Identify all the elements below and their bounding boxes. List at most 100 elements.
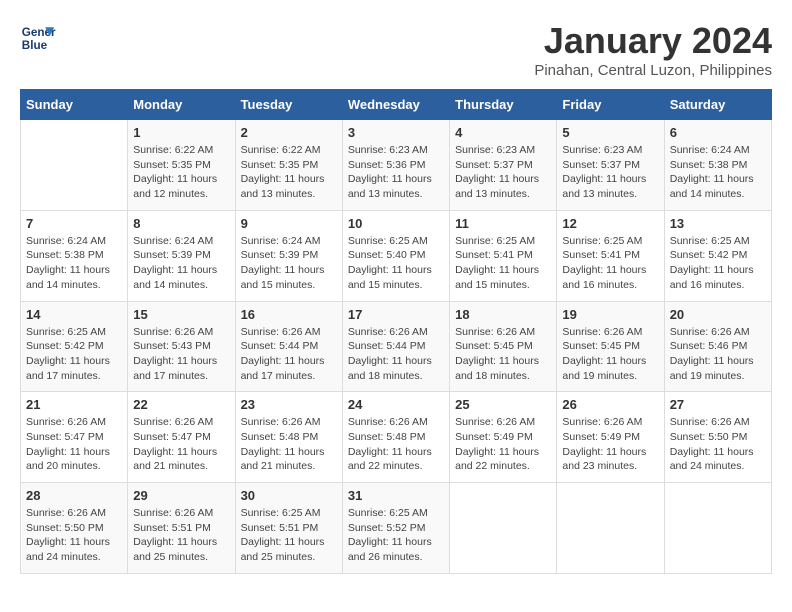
day-info: Sunrise: 6:26 AM Sunset: 5:49 PM Dayligh… — [455, 415, 551, 474]
day-number: 3 — [348, 125, 444, 140]
day-info: Sunrise: 6:26 AM Sunset: 5:44 PM Dayligh… — [241, 325, 337, 384]
calendar-cell: 16 Sunrise: 6:26 AM Sunset: 5:44 PM Dayli… — [235, 301, 342, 392]
day-info: Sunrise: 6:24 AM Sunset: 5:38 PM Dayligh… — [670, 143, 766, 202]
day-number: 18 — [455, 307, 551, 322]
day-number: 2 — [241, 125, 337, 140]
day-number: 5 — [562, 125, 658, 140]
day-number: 20 — [670, 307, 766, 322]
day-number: 31 — [348, 488, 444, 503]
calendar-cell — [21, 120, 128, 211]
header-day-thursday: Thursday — [450, 90, 557, 120]
calendar-cell: 27Sunrise: 6:26 AM Sunset: 5:50 PM Dayli… — [664, 392, 771, 483]
day-number: 28 — [26, 488, 122, 503]
calendar-cell: 20 Sunrise: 6:26 AM Sunset: 5:46 PM Dayli… — [664, 301, 771, 392]
day-info: Sunrise: 6:23 AM Sunset: 5:36 PM Dayligh… — [348, 143, 444, 202]
calendar-cell: 15 Sunrise: 6:26 AM Sunset: 5:43 PM Dayli… — [128, 301, 235, 392]
svg-text:Blue: Blue — [22, 39, 48, 52]
day-info: Sunrise: 6:23 AM Sunset: 5:37 PM Dayligh… — [455, 143, 551, 202]
calendar-week-1: 1Sunrise: 6:22 AM Sunset: 5:35 PM Daylig… — [21, 120, 772, 211]
day-number: 26 — [562, 397, 658, 412]
day-info: Sunrise: 6:26 AM Sunset: 5:46 PM Dayligh… — [670, 325, 766, 384]
header-day-wednesday: Wednesday — [342, 90, 449, 120]
day-info: Sunrise: 6:25 AM Sunset: 5:51 PM Dayligh… — [241, 506, 337, 565]
day-info: Sunrise: 6:25 AM Sunset: 5:41 PM Dayligh… — [562, 234, 658, 293]
title-block: January 2024 Pinahan, Central Luzon, Phi… — [534, 20, 772, 79]
header-day-monday: Monday — [128, 90, 235, 120]
day-info: Sunrise: 6:25 AM Sunset: 5:52 PM Dayligh… — [348, 506, 444, 565]
calendar-cell: 2 Sunrise: 6:22 AM Sunset: 5:35 PM Daylig… — [235, 120, 342, 211]
day-number: 16 — [241, 307, 337, 322]
calendar-cell: 19Sunrise: 6:26 AM Sunset: 5:45 PM Dayli… — [557, 301, 664, 392]
logo-icon: General Blue — [20, 20, 56, 56]
day-number: 14 — [26, 307, 122, 322]
calendar-cell: 11Sunrise: 6:25 AM Sunset: 5:41 PM Dayli… — [450, 210, 557, 301]
calendar-cell: 25 Sunrise: 6:26 AM Sunset: 5:49 PM Dayli… — [450, 392, 557, 483]
day-number: 27 — [670, 397, 766, 412]
calendar-body: 1Sunrise: 6:22 AM Sunset: 5:35 PM Daylig… — [21, 120, 772, 574]
day-number: 4 — [455, 125, 551, 140]
day-info: Sunrise: 6:24 AM Sunset: 5:39 PM Dayligh… — [133, 234, 229, 293]
day-number: 9 — [241, 216, 337, 231]
day-number: 23 — [241, 397, 337, 412]
day-info: Sunrise: 6:26 AM Sunset: 5:48 PM Dayligh… — [348, 415, 444, 474]
day-number: 30 — [241, 488, 337, 503]
day-number: 10 — [348, 216, 444, 231]
day-info: Sunrise: 6:22 AM Sunset: 5:35 PM Dayligh… — [133, 143, 229, 202]
day-info: Sunrise: 6:26 AM Sunset: 5:47 PM Dayligh… — [133, 415, 229, 474]
page-header: General Blue January 2024 Pinahan, Centr… — [20, 20, 772, 79]
day-number: 6 — [670, 125, 766, 140]
day-number: 13 — [670, 216, 766, 231]
calendar-cell: 4 Sunrise: 6:23 AM Sunset: 5:37 PM Daylig… — [450, 120, 557, 211]
logo: General Blue — [20, 20, 56, 56]
calendar-cell: 26 Sunrise: 6:26 AM Sunset: 5:49 PM Dayli… — [557, 392, 664, 483]
header-day-saturday: Saturday — [664, 90, 771, 120]
calendar-cell: 7 Sunrise: 6:24 AM Sunset: 5:38 PM Daylig… — [21, 210, 128, 301]
calendar-cell — [664, 483, 771, 574]
header-day-tuesday: Tuesday — [235, 90, 342, 120]
day-info: Sunrise: 6:26 AM Sunset: 5:50 PM Dayligh… — [26, 506, 122, 565]
calendar-cell: 29Sunrise: 6:26 AM Sunset: 5:51 PM Dayli… — [128, 483, 235, 574]
header-row: SundayMondayTuesdayWednesdayThursdayFrid… — [21, 90, 772, 120]
day-info: Sunrise: 6:26 AM Sunset: 5:48 PM Dayligh… — [241, 415, 337, 474]
calendar-cell: 6 Sunrise: 6:24 AM Sunset: 5:38 PM Daylig… — [664, 120, 771, 211]
day-number: 15 — [133, 307, 229, 322]
header-day-sunday: Sunday — [21, 90, 128, 120]
day-info: Sunrise: 6:26 AM Sunset: 5:43 PM Dayligh… — [133, 325, 229, 384]
calendar-cell — [557, 483, 664, 574]
day-number: 25 — [455, 397, 551, 412]
day-number: 21 — [26, 397, 122, 412]
day-info: Sunrise: 6:26 AM Sunset: 5:45 PM Dayligh… — [455, 325, 551, 384]
calendar-subtitle: Pinahan, Central Luzon, Philippines — [534, 62, 772, 79]
header-day-friday: Friday — [557, 90, 664, 120]
calendar-title: January 2024 — [534, 20, 772, 62]
calendar-cell: 1Sunrise: 6:22 AM Sunset: 5:35 PM Daylig… — [128, 120, 235, 211]
day-info: Sunrise: 6:25 AM Sunset: 5:41 PM Dayligh… — [455, 234, 551, 293]
day-info: Sunrise: 6:25 AM Sunset: 5:42 PM Dayligh… — [26, 325, 122, 384]
calendar-week-3: 14 Sunrise: 6:25 AM Sunset: 5:42 PM Dayli… — [21, 301, 772, 392]
calendar-cell: 30 Sunrise: 6:25 AM Sunset: 5:51 PM Dayli… — [235, 483, 342, 574]
day-number: 17 — [348, 307, 444, 322]
calendar-cell: 31 Sunrise: 6:25 AM Sunset: 5:52 PM Dayli… — [342, 483, 449, 574]
calendar-cell: 18 Sunrise: 6:26 AM Sunset: 5:45 PM Dayli… — [450, 301, 557, 392]
day-number: 7 — [26, 216, 122, 231]
calendar-cell: 10 Sunrise: 6:25 AM Sunset: 5:40 PM Dayli… — [342, 210, 449, 301]
day-number: 29 — [133, 488, 229, 503]
calendar-week-4: 21 Sunrise: 6:26 AM Sunset: 5:47 PM Dayli… — [21, 392, 772, 483]
day-info: Sunrise: 6:24 AM Sunset: 5:39 PM Dayligh… — [241, 234, 337, 293]
calendar-cell: 22Sunrise: 6:26 AM Sunset: 5:47 PM Dayli… — [128, 392, 235, 483]
day-number: 8 — [133, 216, 229, 231]
calendar-table: SundayMondayTuesdayWednesdayThursdayFrid… — [20, 89, 772, 574]
day-info: Sunrise: 6:23 AM Sunset: 5:37 PM Dayligh… — [562, 143, 658, 202]
day-info: Sunrise: 6:25 AM Sunset: 5:42 PM Dayligh… — [670, 234, 766, 293]
calendar-week-2: 7 Sunrise: 6:24 AM Sunset: 5:38 PM Daylig… — [21, 210, 772, 301]
day-info: Sunrise: 6:24 AM Sunset: 5:38 PM Dayligh… — [26, 234, 122, 293]
calendar-cell: 28 Sunrise: 6:26 AM Sunset: 5:50 PM Dayli… — [21, 483, 128, 574]
calendar-header: SundayMondayTuesdayWednesdayThursdayFrid… — [21, 90, 772, 120]
calendar-cell: 23 Sunrise: 6:26 AM Sunset: 5:48 PM Dayli… — [235, 392, 342, 483]
calendar-cell: 14 Sunrise: 6:25 AM Sunset: 5:42 PM Dayli… — [21, 301, 128, 392]
calendar-cell: 9 Sunrise: 6:24 AM Sunset: 5:39 PM Daylig… — [235, 210, 342, 301]
calendar-cell: 17Sunrise: 6:26 AM Sunset: 5:44 PM Dayli… — [342, 301, 449, 392]
day-info: Sunrise: 6:26 AM Sunset: 5:49 PM Dayligh… — [562, 415, 658, 474]
day-info: Sunrise: 6:22 AM Sunset: 5:35 PM Dayligh… — [241, 143, 337, 202]
day-info: Sunrise: 6:25 AM Sunset: 5:40 PM Dayligh… — [348, 234, 444, 293]
